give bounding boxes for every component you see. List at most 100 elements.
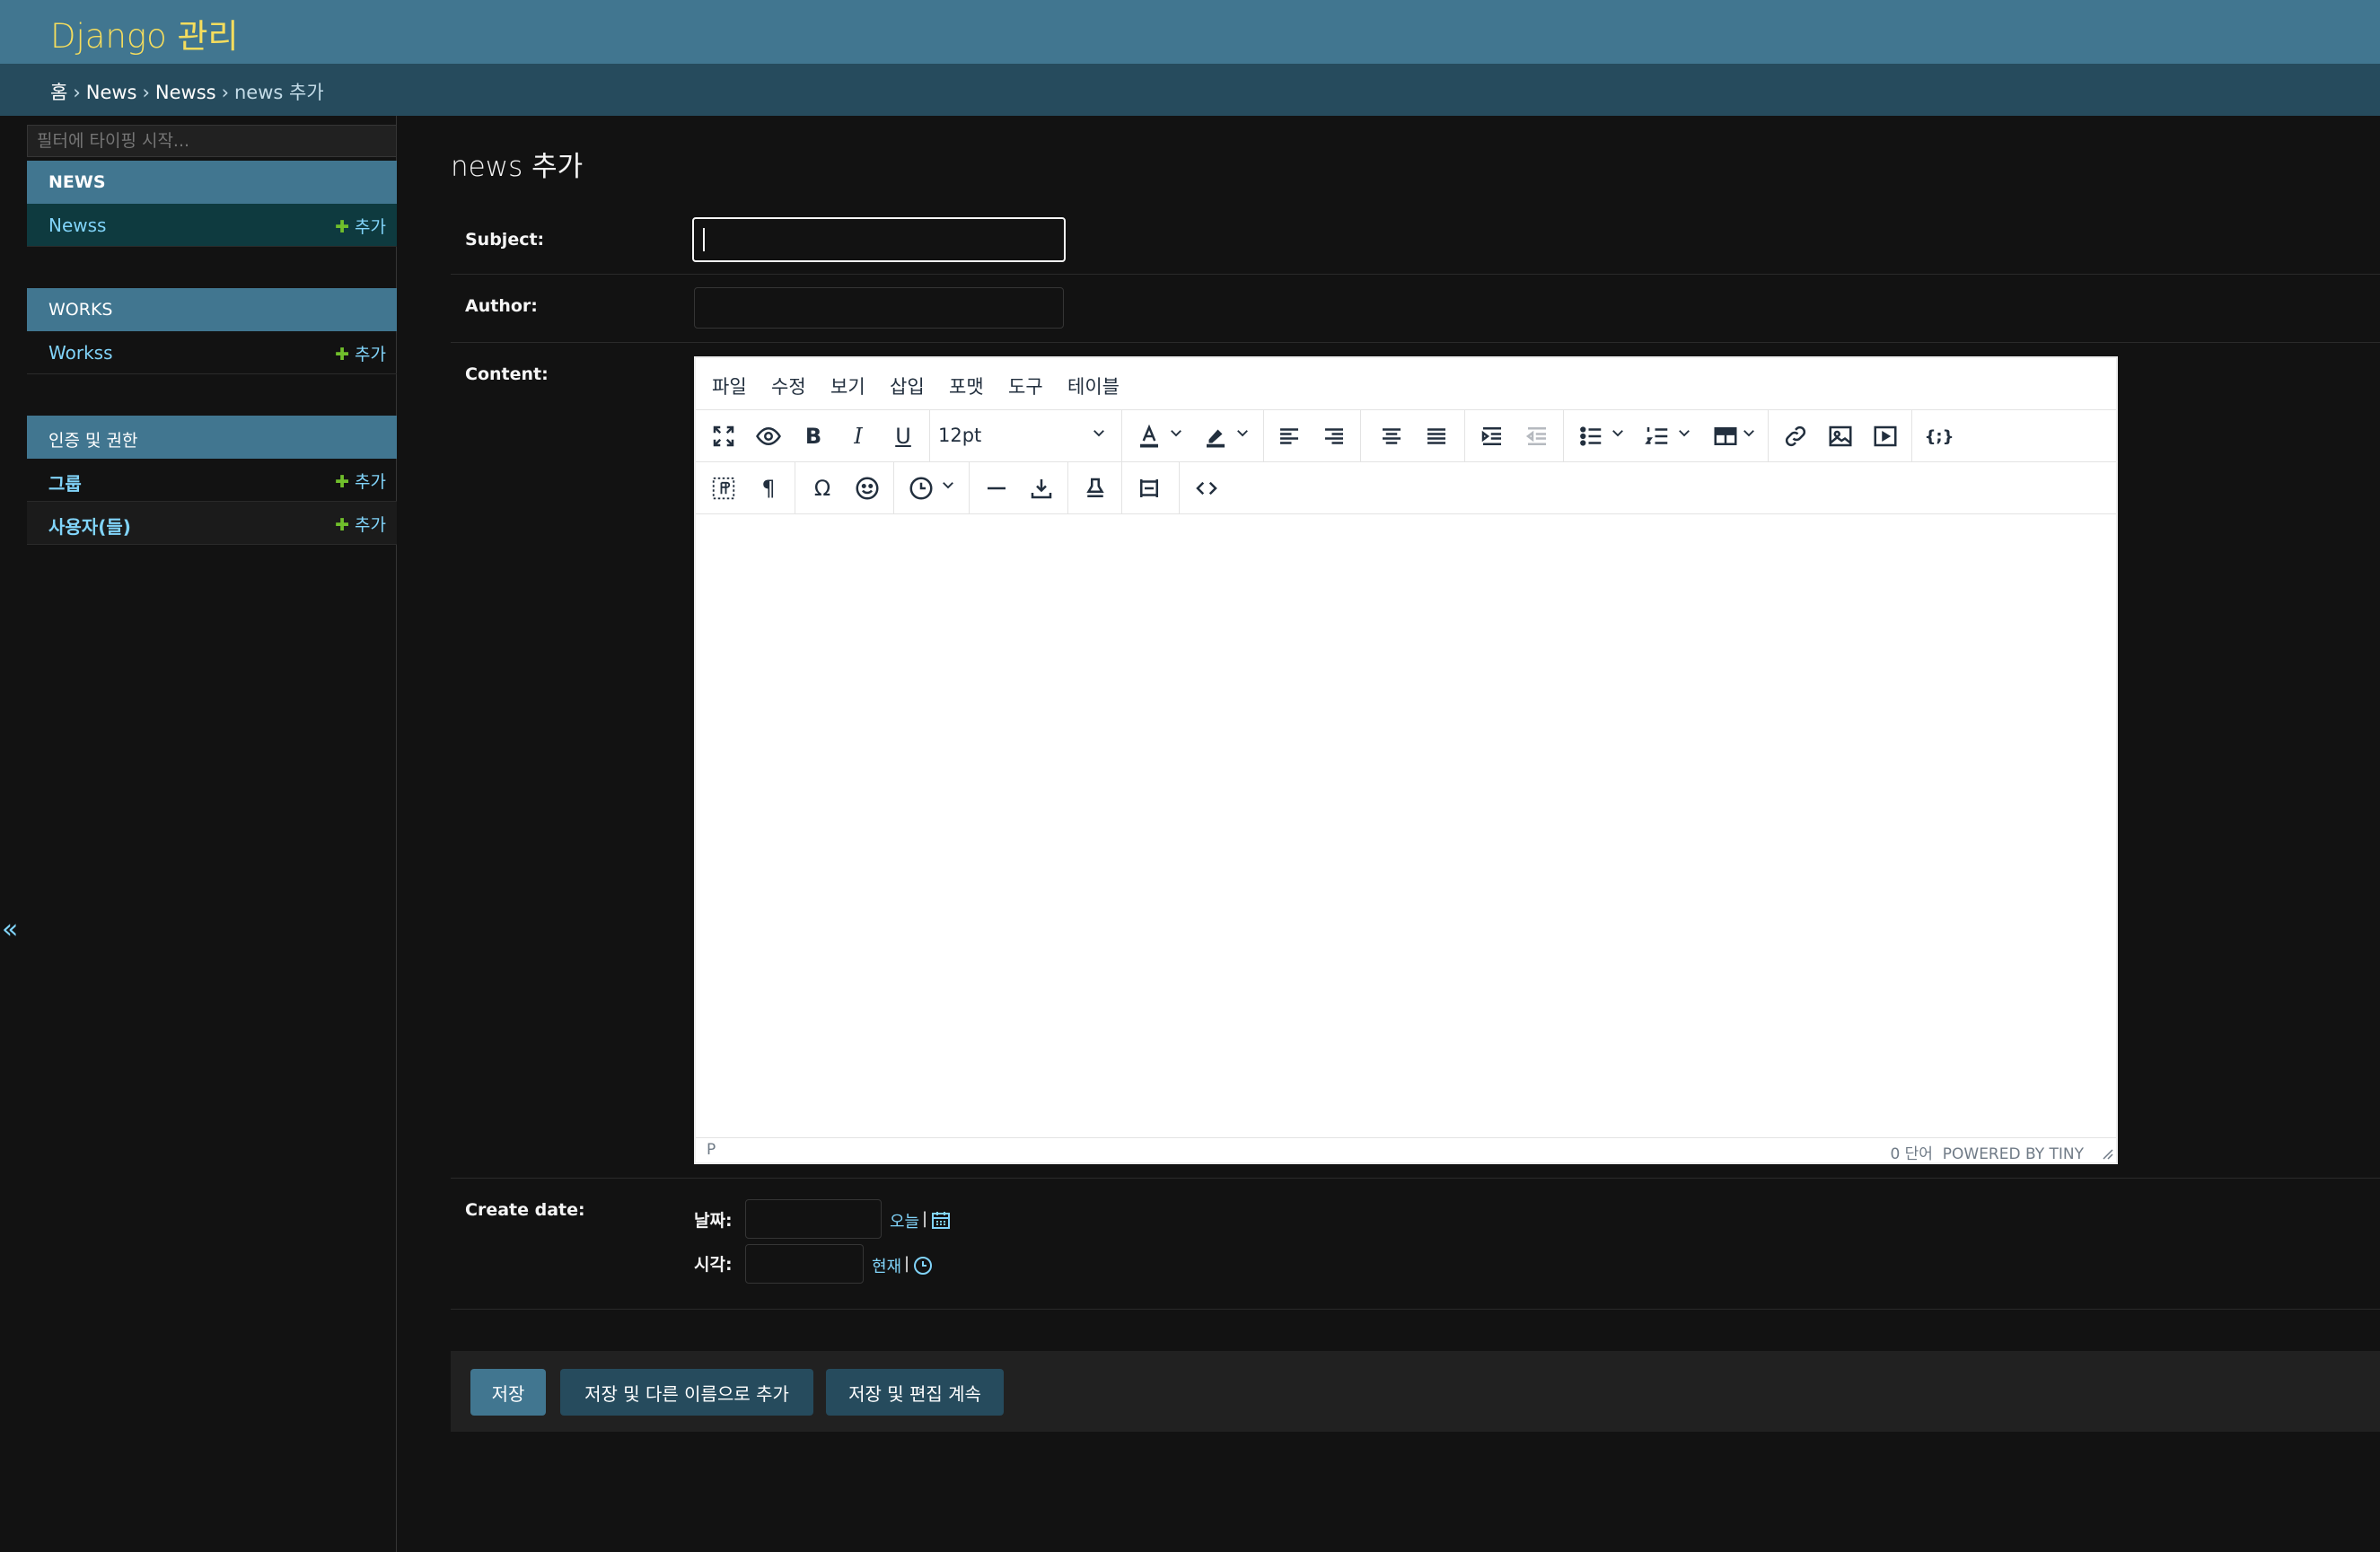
- calendar-icon[interactable]: [930, 1209, 952, 1231]
- add-user-button[interactable]: ✚ 추가: [335, 512, 386, 536]
- editor-content-area[interactable]: [696, 515, 2116, 1140]
- emoticons-icon[interactable]: [852, 473, 883, 504]
- powered-by-link[interactable]: POWERED BY TINY: [1943, 1145, 2084, 1163]
- breadcrumb: 홈 › News › Newss › news 추가: [0, 64, 2380, 116]
- save-add-another-button[interactable]: 저장 및 다른 이름으로 추가: [560, 1369, 813, 1416]
- chevron-down-icon[interactable]: [1676, 425, 1692, 444]
- chevron-down-icon[interactable]: [1091, 425, 1107, 444]
- nav-sidebar: NEWS Newss ✚추가 WORKS Workss ✚추가 인증 및 권한 …: [27, 116, 397, 1552]
- element-path[interactable]: P: [707, 1141, 716, 1159]
- date-input[interactable]: [745, 1199, 882, 1239]
- module-auth: 인증 및 권한 그룹 ✚ 추가 사용자(들) ✚ 추가: [27, 416, 397, 545]
- menu-table[interactable]: 테이블: [1067, 373, 1120, 399]
- now-link[interactable]: 현재: [872, 1254, 901, 1277]
- table-icon[interactable]: [1710, 421, 1741, 452]
- bold-icon[interactable]: B: [798, 421, 829, 452]
- numbered-list-icon[interactable]: [1642, 421, 1673, 452]
- chevron-down-icon[interactable]: [1168, 425, 1184, 444]
- module-caption-works[interactable]: WORKS: [27, 288, 397, 331]
- site-title[interactable]: Django 관리: [50, 9, 239, 57]
- show-blocks-icon[interactable]: [708, 473, 739, 504]
- align-left-icon[interactable]: [1274, 421, 1304, 452]
- menu-view[interactable]: 보기: [830, 373, 865, 399]
- sidebar-item-groups[interactable]: 그룹 ✚ 추가: [27, 459, 397, 502]
- clock-icon[interactable]: [906, 473, 936, 504]
- italic-icon[interactable]: I: [843, 421, 874, 452]
- word-count: 0 단어 POWERED BY TINY: [1890, 1141, 2084, 1163]
- menu-tools[interactable]: 도구: [1008, 373, 1043, 399]
- today-link[interactable]: 오늘: [890, 1209, 919, 1232]
- sidebar-item-workss[interactable]: Workss ✚ 추가: [27, 331, 397, 374]
- plus-icon: ✚: [335, 217, 350, 237]
- chevron-down-icon[interactable]: [940, 477, 956, 496]
- add-label: 추가: [355, 472, 386, 492]
- source-code-icon[interactable]: [1191, 473, 1222, 504]
- save-button[interactable]: 저장: [470, 1369, 546, 1416]
- breadcrumb-current: news 추가: [233, 82, 324, 103]
- breadcrumb-separator: ›: [221, 82, 229, 103]
- sidebar-collapse-toggle[interactable]: «: [2, 914, 18, 945]
- model-link-newss[interactable]: Newss: [48, 215, 106, 236]
- clock-icon[interactable]: [912, 1255, 934, 1276]
- breadcrumb-app[interactable]: News: [86, 82, 137, 103]
- page-break-icon[interactable]: [1026, 473, 1057, 504]
- chevron-down-icon[interactable]: [1234, 425, 1251, 444]
- add-group-button[interactable]: ✚ 추가: [335, 469, 386, 493]
- template-icon[interactable]: {;}: [1924, 421, 1954, 452]
- text-caret: [703, 228, 705, 251]
- model-link-groups[interactable]: 그룹: [48, 469, 82, 495]
- nonbreaking-space-icon[interactable]: [1134, 473, 1164, 504]
- nav-filter-input[interactable]: [27, 125, 397, 157]
- breadcrumb-home[interactable]: 홈: [50, 82, 67, 103]
- time-input[interactable]: [745, 1244, 864, 1284]
- underline-icon[interactable]: U: [888, 421, 918, 452]
- horizontal-rule-icon[interactable]: [981, 473, 1012, 504]
- model-link-users[interactable]: 사용자(들): [48, 513, 131, 539]
- subject-label: Subject:: [465, 230, 545, 250]
- author-input[interactable]: [694, 287, 1064, 329]
- sidebar-item-newss[interactable]: Newss ✚ 추가: [27, 204, 397, 247]
- image-icon[interactable]: [1825, 421, 1856, 452]
- module-caption-news[interactable]: NEWS: [27, 161, 397, 204]
- date-label: 날짜:: [694, 1211, 733, 1231]
- align-center-icon[interactable]: [1376, 421, 1407, 452]
- link-icon[interactable]: [1780, 421, 1811, 452]
- breadcrumb-separator: ›: [142, 82, 150, 103]
- site-header: Django 관리: [0, 0, 2380, 64]
- subject-input[interactable]: [692, 217, 1066, 262]
- resize-handle-icon[interactable]: [2100, 1146, 2114, 1161]
- add-newss-button[interactable]: ✚ 추가: [335, 214, 386, 238]
- stamp-icon[interactable]: [1080, 473, 1111, 504]
- indent-icon[interactable]: [1477, 421, 1507, 452]
- menu-format[interactable]: 포맷: [949, 373, 984, 399]
- preview-icon[interactable]: [753, 421, 784, 452]
- add-workss-button[interactable]: ✚ 추가: [335, 341, 386, 365]
- outdent-icon[interactable]: [1522, 421, 1552, 452]
- model-link-workss[interactable]: Workss: [48, 342, 112, 364]
- save-continue-button[interactable]: 저장 및 편집 계속: [826, 1369, 1004, 1416]
- align-right-icon[interactable]: [1319, 421, 1349, 452]
- menu-insert[interactable]: 삽입: [890, 373, 925, 399]
- chevron-down-icon[interactable]: [1610, 425, 1626, 444]
- menu-edit[interactable]: 수정: [771, 373, 806, 399]
- module-caption-auth[interactable]: 인증 및 권한: [27, 416, 397, 459]
- module-works: WORKS Workss ✚ 추가: [27, 288, 397, 374]
- breadcrumb-model[interactable]: Newss: [155, 82, 216, 103]
- editor-toolbar-row-1: B I U 12pt {;}: [696, 410, 2116, 462]
- rich-text-editor: 파일 수정 보기 삽입 포맷 도구 테이블 B I U 12pt {;} ¶ Ω…: [694, 356, 2118, 1164]
- chevron-down-icon[interactable]: [1741, 425, 1757, 444]
- fullscreen-icon[interactable]: [708, 421, 739, 452]
- special-char-icon[interactable]: Ω: [807, 473, 838, 504]
- menu-file[interactable]: 파일: [712, 373, 747, 399]
- add-label: 추가: [355, 345, 386, 364]
- font-size-select[interactable]: 12pt: [938, 425, 981, 446]
- highlight-color-icon[interactable]: [1200, 421, 1231, 452]
- paragraph-icon[interactable]: ¶: [753, 473, 784, 504]
- submit-row: 저장 저장 및 다른 이름으로 추가 저장 및 편집 계속: [451, 1351, 2380, 1432]
- editor-statusbar: P 0 단어 POWERED BY TINY: [696, 1137, 2116, 1163]
- media-icon[interactable]: [1870, 421, 1901, 452]
- sidebar-item-users[interactable]: 사용자(들) ✚ 추가: [27, 502, 397, 545]
- bullet-list-icon[interactable]: [1576, 421, 1606, 452]
- text-color-icon[interactable]: [1134, 421, 1164, 452]
- align-justify-icon[interactable]: [1421, 421, 1452, 452]
